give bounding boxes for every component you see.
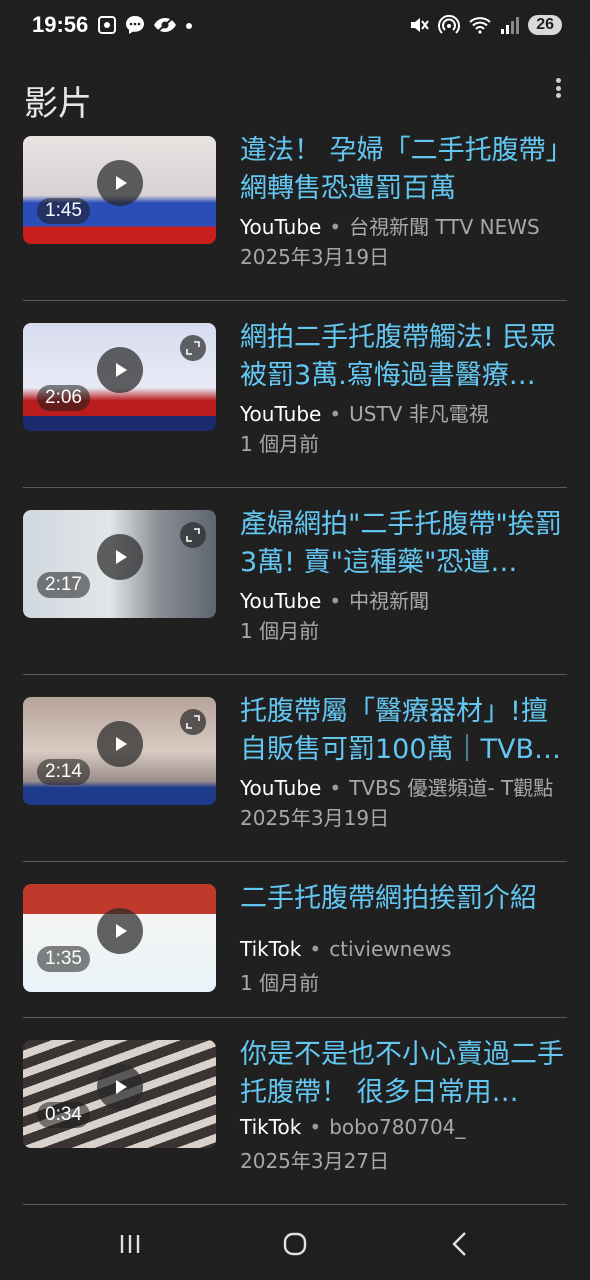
video-source: YouTube — [240, 776, 322, 800]
dot-icon — [186, 23, 192, 29]
mute-icon — [411, 18, 430, 32]
video-thumbnail[interactable]: 2:17 — [23, 510, 216, 618]
video-meta: YouTube • TVBS 優選頻道- T觀點 — [240, 772, 553, 801]
eye-slash-icon — [154, 16, 176, 34]
expand-icon — [180, 709, 206, 735]
navigation-bar — [0, 1205, 590, 1280]
video-source: TikTok — [240, 1115, 302, 1139]
meta-separator: • — [309, 1115, 322, 1139]
video-thumbnail[interactable]: 2:14 — [23, 697, 216, 805]
video-meta: YouTube • 台視新聞 TTV NEWS — [240, 211, 540, 240]
wifi-icon — [469, 17, 491, 34]
signal-icon — [501, 17, 520, 34]
battery-indicator: 26 — [528, 15, 562, 35]
play-icon — [97, 1064, 143, 1110]
video-source: YouTube — [240, 215, 322, 239]
video-meta: TikTok • bobo780704_ — [240, 1115, 465, 1139]
status-bar: 19:56 26 — [0, 0, 590, 54]
video-source: YouTube — [240, 589, 322, 613]
more-dot-icon — [555, 85, 561, 91]
video-item[interactable]: 2:06 網拍二手托腹帶觸法! 民眾被罰3萬.寫悔過書醫療… YouTube • U… — [23, 301, 567, 488]
more-options-button[interactable] — [548, 76, 568, 100]
video-duration: 2:14 — [37, 759, 90, 785]
screenshot-icon — [98, 16, 116, 34]
video-date: 2025年3月27日 — [240, 1149, 390, 1173]
home-button[interactable] — [275, 1229, 315, 1259]
video-channel: USTV 非凡電視 — [349, 402, 489, 426]
play-icon — [97, 721, 143, 767]
video-title[interactable]: 二手托腹帶網拍挨罰介紹 — [240, 880, 570, 918]
play-icon — [97, 160, 143, 206]
video-meta: TikTok • ctiviewnews — [240, 937, 451, 961]
more-dot-icon — [555, 78, 561, 83]
play-icon — [97, 908, 143, 954]
video-meta: YouTube • 中視新聞 — [240, 585, 429, 614]
video-duration: 1:35 — [37, 946, 90, 972]
recent-apps-icon — [120, 1235, 140, 1253]
video-meta: YouTube • USTV 非凡電視 — [240, 398, 489, 427]
expand-icon — [180, 335, 206, 361]
video-item[interactable]: 0:34 你是不是也不小心賣過二手托腹帶！ 很多日常用… TikTok • bobo… — [23, 1018, 567, 1205]
video-source: TikTok — [240, 937, 302, 961]
video-source: YouTube — [240, 402, 322, 426]
video-title[interactable]: 托腹帶屬「醫療器材」!擅自販售可罰100萬｜TVB… — [240, 693, 570, 769]
video-thumbnail[interactable]: 1:35 — [23, 884, 216, 992]
meta-separator: • — [329, 402, 342, 426]
hotspot-icon — [438, 14, 461, 34]
video-item[interactable]: 1:45 違法！ 孕婦「二手托腹帶」網轉售恐遭罰百萬 YouTube • 台視新聞 … — [23, 114, 567, 301]
video-duration: 2:06 — [37, 385, 90, 411]
video-date: 2025年3月19日 — [240, 806, 390, 830]
video-item[interactable]: 2:17 產婦網拍"二手托腹帶"挨罰3萬! 賣"這種藥"恐遭… YouTube •… — [23, 488, 567, 675]
recent-apps-button[interactable] — [110, 1229, 150, 1259]
video-channel: bobo780704_ — [329, 1115, 466, 1139]
video-duration: 1:45 — [37, 198, 90, 224]
status-time: 19:56 — [32, 12, 89, 37]
video-duration: 0:34 — [37, 1102, 90, 1128]
video-thumbnail[interactable]: 0:34 — [23, 1040, 216, 1148]
video-date: 1 個月前 — [240, 619, 320, 643]
meta-separator: • — [329, 215, 342, 239]
video-date: 1 個月前 — [240, 432, 320, 456]
meta-separator: • — [329, 776, 342, 800]
video-item[interactable]: 2:14 托腹帶屬「醫療器材」!擅自販售可罰100萬｜TVB… YouTube •… — [23, 675, 567, 862]
play-icon — [97, 347, 143, 393]
video-date: 2025年3月19日 — [240, 245, 390, 269]
video-title[interactable]: 你是不是也不小心賣過二手托腹帶！ 很多日常用… — [240, 1036, 570, 1112]
video-title[interactable]: 違法！ 孕婦「二手托腹帶」網轉售恐遭罰百萬 — [240, 132, 570, 208]
video-date: 1 個月前 — [240, 971, 320, 995]
back-button[interactable] — [440, 1229, 480, 1259]
video-channel: ctiviewnews — [329, 937, 452, 961]
video-duration: 2:17 — [37, 572, 90, 598]
play-icon — [97, 534, 143, 580]
status-right-icons: 26 — [408, 14, 562, 36]
video-channel: 台視新聞 TTV NEWS — [349, 215, 540, 239]
video-thumbnail[interactable]: 1:45 — [23, 136, 216, 244]
video-title[interactable]: 網拍二手托腹帶觸法! 民眾被罰3萬.寫悔過書醫療… — [240, 319, 570, 395]
videos-card: 影片 1:45 違法！ 孕婦「二手托腹帶」網轉售恐遭罰百萬 YouTube • 台視… — [0, 54, 590, 1205]
home-icon — [283, 1232, 307, 1256]
video-thumbnail[interactable]: 2:06 — [23, 323, 216, 431]
video-title[interactable]: 產婦網拍"二手托腹帶"挨罰3萬! 賣"這種藥"恐遭… — [240, 506, 570, 582]
more-dot-icon — [555, 93, 561, 98]
status-left-icons — [96, 14, 194, 36]
meta-separator: • — [329, 589, 342, 613]
video-channel: TVBS 優選頻道- T觀點 — [349, 776, 554, 800]
video-channel: 中視新聞 — [349, 589, 430, 613]
meta-separator: • — [309, 937, 322, 961]
chat-icon — [126, 16, 144, 34]
expand-icon — [180, 522, 206, 548]
back-icon — [452, 1232, 466, 1256]
